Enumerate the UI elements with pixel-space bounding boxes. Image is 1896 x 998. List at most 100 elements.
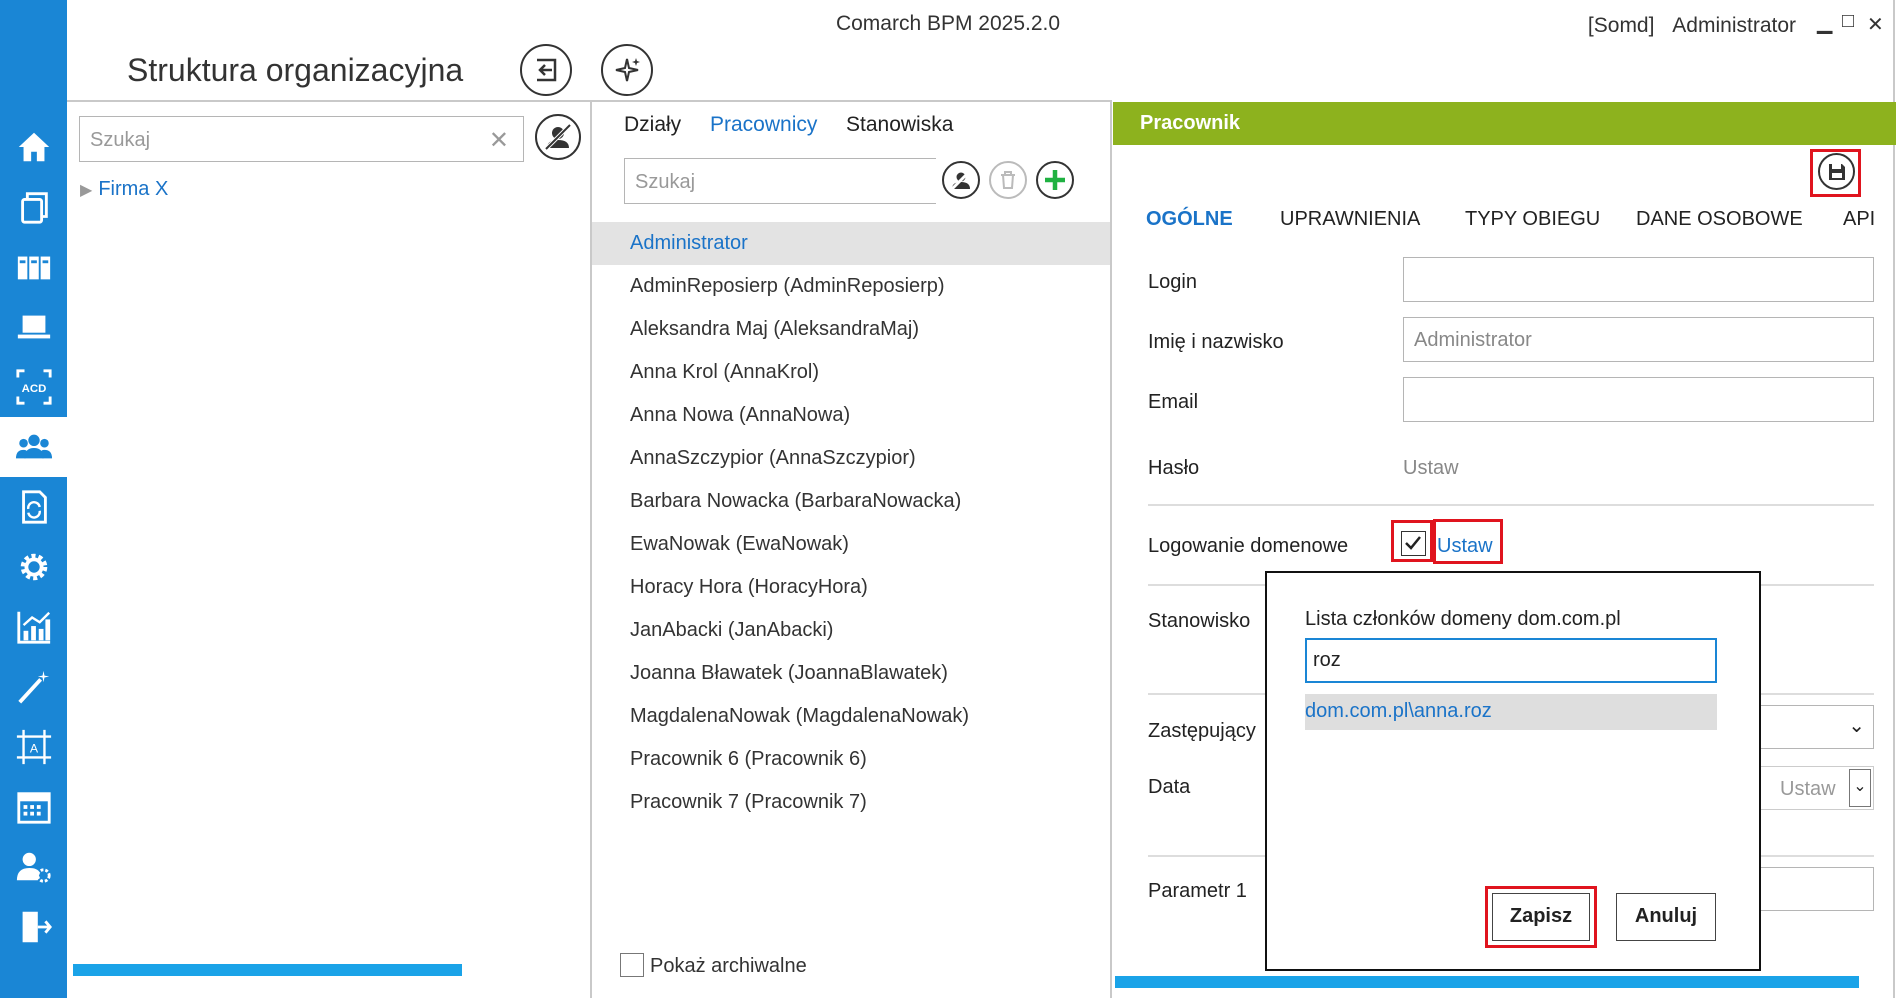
user-filter-button[interactable] [942,161,980,199]
sparkle-icon [615,58,640,82]
ocr-icon[interactable]: ACD [0,357,67,417]
template-icon[interactable]: A [0,717,67,777]
wand-icon[interactable] [0,657,67,717]
domain-login-set-link[interactable]: Ustaw [1437,535,1493,558]
company-label: [Somd] [1587,14,1655,37]
user-filter-button[interactable] [535,114,581,160]
gear-icon[interactable] [0,537,67,597]
list-item[interactable]: Aleksandra Maj (AleksandraMaj) [592,308,1110,351]
structure-search-input[interactable]: Szukaj ✕ [79,116,524,162]
dialog-save-button[interactable]: Zapisz [1492,893,1590,941]
tab-api[interactable]: API [1843,208,1875,231]
param1-input[interactable] [1760,867,1874,911]
tree-node-root[interactable]: ▶ Firma X [80,178,168,201]
tab-workflow-types[interactable]: TYPY OBIEGU [1465,208,1600,231]
position-label: Stanowisko [1148,610,1251,632]
list-item[interactable]: Barbara Nowacka (BarbaraNowacka) [592,480,1110,523]
panel-header-title: Pracownik [1140,112,1241,134]
chevron-down-icon: ⌄ [1848,715,1865,737]
workflow-icon[interactable] [0,477,67,537]
list-item[interactable]: Pracownik 7 (Pracownik 7) [592,781,1110,824]
dialog-domain: dom.com.pl [1517,608,1621,630]
list-item[interactable]: Joanna Bławatek (JoannaBlawatek) [592,652,1110,695]
list-item[interactable]: JanAbacki (JanAbacki) [592,609,1110,652]
domain-search-input[interactable]: roz [1305,638,1717,683]
list-item[interactable]: AnnaSzczypior (AnnaSzczypior) [592,437,1110,480]
tab-general[interactable]: OGÓLNE [1146,208,1233,231]
list-item[interactable]: Anna Nowa (AnnaNowa) [592,394,1110,437]
employee-search-input[interactable]: Szukaj [624,158,936,204]
delete-button[interactable] [989,161,1027,199]
clear-search-icon[interactable]: ✕ [489,126,509,155]
close-icon[interactable]: ✕ [1867,12,1884,37]
tab-permissions[interactable]: UPRAWNIENIA [1280,208,1420,231]
tab-positions[interactable]: Stanowiska [846,113,953,137]
divider [1148,504,1874,506]
documents-icon[interactable] [0,177,67,237]
minimize-icon[interactable]: ▁ [1817,10,1832,35]
chevron-down-icon[interactable]: ⌄ [1849,769,1871,807]
list-item[interactable]: Administrator [592,222,1110,265]
loading-progress-bar [1115,976,1859,988]
list-item[interactable]: Pracownik 6 (Pracownik 6) [592,738,1110,781]
back-icon [537,58,557,82]
navigation-rail: ACD A [0,0,67,998]
add-employee-button[interactable] [1036,161,1074,199]
param1-label: Parametr 1 [1148,880,1247,902]
dialog-title: Lista członków domeny dom.com.pl [1305,608,1621,631]
user-no-icon [544,123,572,151]
date-set-label: Ustaw [1780,778,1836,800]
logout-icon[interactable] [0,897,67,957]
show-archived-label: Pokaż archiwalne [650,955,807,977]
email-input[interactable] [1403,377,1874,422]
user-name[interactable]: Administrator [1672,14,1796,37]
chart-icon[interactable] [0,597,67,657]
list-item[interactable]: MagdalenaNowak (MagdalenaNowak) [592,695,1110,738]
svg-text:A: A [29,742,38,756]
password-set-link[interactable]: Ustaw [1403,457,1459,480]
back-button[interactable] [520,44,572,96]
floppy-disk-icon [1828,163,1845,180]
tab-employees[interactable]: Pracownicy [710,113,817,137]
email-label: Email [1148,391,1199,413]
expand-icon[interactable]: ▶ [80,182,92,199]
laptop-icon[interactable] [0,297,67,357]
name-label: Imię i nazwisko [1148,331,1284,353]
date-select[interactable]: Ustaw ⌄ [1760,766,1874,810]
home-icon[interactable] [0,117,67,177]
name-input[interactable]: Administrator [1403,317,1874,362]
domain-login-label: Logowanie domenowe [1148,535,1349,557]
list-item[interactable]: EwaNowak (EwaNowak) [592,523,1110,566]
library-icon[interactable] [0,237,67,297]
substitute-select[interactable]: ⌄ [1760,705,1874,749]
tree-node-label[interactable]: Firma X [98,178,168,200]
search-placeholder: Szukaj [90,129,151,151]
dialog-cancel-button[interactable]: Anuluj [1616,893,1716,941]
svg-text:ACD: ACD [21,383,46,395]
divider [67,100,591,102]
list-item[interactable]: Horacy Hora (HoracyHora) [592,566,1110,609]
show-archived-checkbox[interactable] [620,953,644,977]
tab-departments[interactable]: Działy [624,113,681,137]
calendar-icon[interactable] [0,777,67,837]
user-no-icon [950,169,972,191]
domain-result-item[interactable]: dom.com.pl\anna.roz [1305,694,1717,730]
login-label: Login [1148,271,1197,293]
maximize-icon[interactable]: □ [1842,10,1854,33]
list-item[interactable]: Anna Krol (AnnaKrol) [592,351,1110,394]
login-input[interactable] [1403,257,1874,302]
domain-login-checkbox[interactable] [1401,531,1426,556]
date-label: Data [1148,776,1191,798]
list-item[interactable]: AdminReposierp (AdminReposierp) [592,265,1110,308]
substitute-label: Zastępujący [1148,720,1256,742]
divider [1110,100,1112,998]
user-settings-icon[interactable] [0,837,67,897]
save-button[interactable] [1818,153,1855,190]
divider [590,100,1112,102]
wizard-button[interactable] [601,44,653,96]
tab-personal-data[interactable]: DANE OSOBOWE [1636,208,1803,231]
users-icon[interactable] [0,417,67,477]
password-label: Hasło [1148,457,1200,479]
loading-progress-bar [73,964,462,976]
checkmark-icon [1405,536,1421,550]
